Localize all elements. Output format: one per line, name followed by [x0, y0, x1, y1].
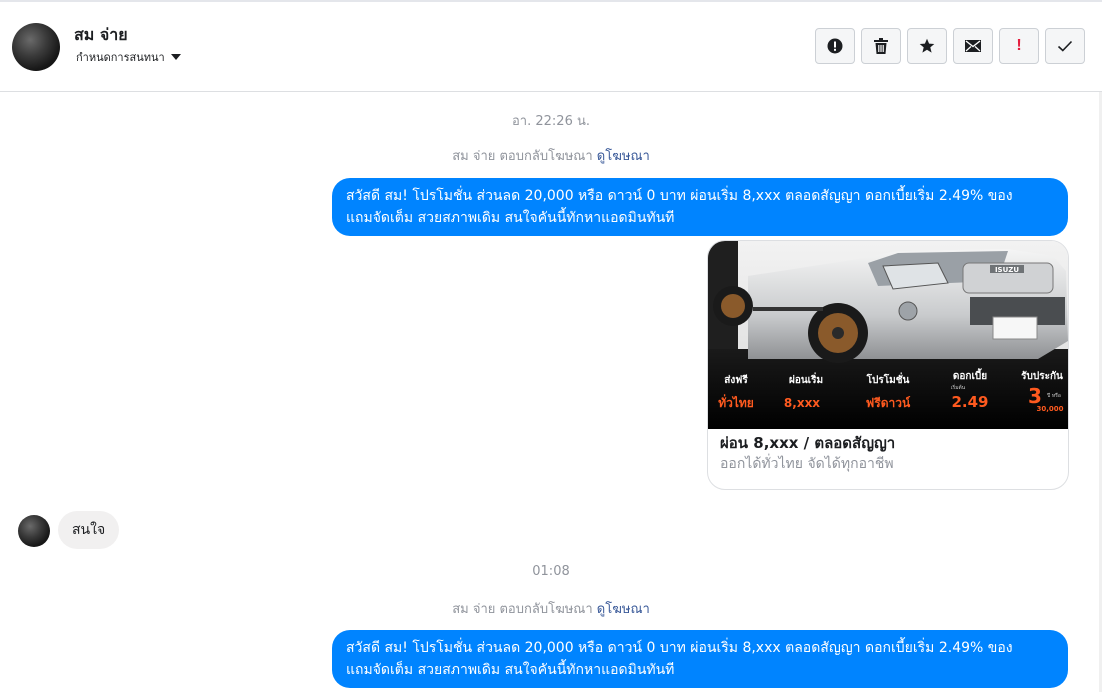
feature-3-label: โปรโมชั่น	[866, 372, 910, 386]
feature-1-label: ส่งฟรี	[724, 374, 748, 386]
message-line: สวัสดี สม! โปรโมชั่น ส่วนลด 20,000 หรือ …	[346, 640, 1013, 656]
conversation-schedule-label: กำหนดการสนทนา	[76, 51, 165, 64]
ad-image: ISUZU ส่งฟรี ทั่วไทย ผ่อนเริ่ม 8,xxx โปร…	[708, 241, 1068, 429]
spam-button[interactable]: !	[999, 28, 1039, 64]
checkmark-icon	[1057, 40, 1073, 52]
report-button[interactable]	[815, 28, 855, 64]
top-border	[0, 0, 1102, 2]
mark-unread-button[interactable]	[953, 28, 993, 64]
ad-reply-note: สม จ่าย ตอบกลับโฆษณา ดูโฆษณา	[0, 598, 1102, 619]
star-icon	[919, 38, 935, 53]
message-timestamp: อา. 22:26 น.	[512, 114, 590, 129]
ad-reply-text: สม จ่าย ตอบกลับโฆษณา	[452, 602, 593, 617]
message-line: แถมจัดเต็ม สวยสภาพเดิม สนใจคันนี้ทักหาแอ…	[346, 210, 675, 226]
brand-text: ISUZU	[995, 266, 1019, 274]
feature-1-value: ทั่วไทย	[718, 394, 754, 410]
caret-down-icon	[170, 54, 181, 60]
outgoing-message[interactable]: สวัสดี สม! โปรโมชั่น ส่วนลด 20,000 หรือ …	[332, 178, 1068, 236]
message-line: สวัสดี สม! โปรโมชั่น ส่วนลด 20,000 หรือ …	[346, 188, 1013, 204]
delete-button[interactable]	[861, 28, 901, 64]
ad-card-subtitle: ออกได้ทั่วไทย จัดได้ทุกอาชีพ	[720, 456, 894, 472]
view-ad-link[interactable]: ดูโฆษณา	[597, 602, 650, 617]
conversation-header: สม จ่าย กำหนดการสนทนา !	[0, 3, 1102, 92]
feature-4-value: 2.49	[951, 393, 988, 411]
alert-circle-icon	[827, 38, 843, 54]
ad-reply-note: สม จ่าย ตอบกลับโฆษณา ดูโฆษณา	[0, 145, 1102, 166]
contact-name[interactable]: สม จ่าย	[74, 23, 128, 48]
feature-5-label: รับประกัน	[1021, 370, 1063, 382]
envelope-icon	[965, 40, 981, 52]
incoming-message[interactable]: สนใจ	[58, 511, 120, 549]
feature-4-note: เริ่มต้น	[951, 384, 966, 391]
contact-avatar-small	[18, 515, 50, 547]
conversation-toolbar: !	[815, 28, 1085, 64]
feature-2-value: 8,xxx	[784, 396, 820, 410]
trash-icon	[874, 38, 888, 54]
ad-card-title: ผ่อน 8,xxx / ตลอดสัญญา	[720, 434, 896, 452]
feature-5-km: 30,000	[1036, 405, 1063, 413]
exclamation-icon: !	[1016, 37, 1022, 54]
ad-reply-text: สม จ่าย ตอบกลับโฆษณา	[452, 149, 593, 164]
message-timestamp: 01:08	[532, 564, 570, 579]
conversation-schedule-dropdown[interactable]: กำหนดการสนทนา	[76, 48, 181, 66]
done-button[interactable]	[1045, 28, 1085, 64]
outgoing-message[interactable]: สวัสดี สม! โปรโมชั่น ส่วนลด 20,000 หรือ …	[332, 630, 1068, 688]
star-button[interactable]	[907, 28, 947, 64]
feature-2-label: ผ่อนเริ่ม	[789, 372, 823, 386]
contact-avatar[interactable]	[12, 23, 60, 71]
message-line: แถมจัดเต็ม สวยสภาพเดิม สนใจคันนี้ทักหาแอ…	[346, 662, 675, 678]
feature-5-note: ปี หรือ	[1047, 392, 1061, 399]
feature-4-label: ดอกเบี้ย	[953, 368, 987, 382]
ad-card[interactable]: ISUZU ส่งฟรี ทั่วไทย ผ่อนเริ่ม 8,xxx โปร…	[707, 240, 1069, 490]
view-ad-link[interactable]: ดูโฆษณา	[597, 149, 650, 164]
feature-3-value: ฟรีดาวน์	[866, 396, 911, 410]
